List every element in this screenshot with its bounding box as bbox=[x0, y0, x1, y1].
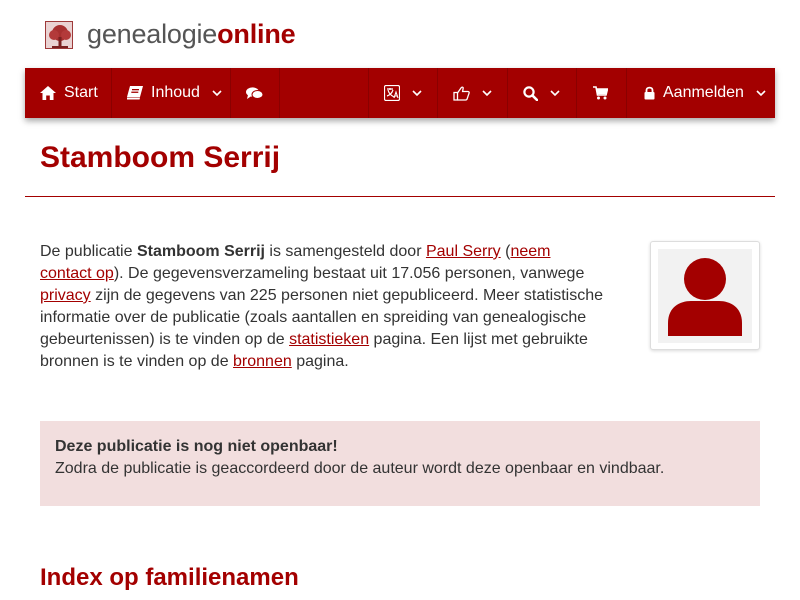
alert-title: Deze publicatie is nog niet openbaar! bbox=[55, 438, 338, 455]
not-public-alert: Deze publicatie is nog niet openbaar! Zo… bbox=[40, 421, 760, 506]
search-icon bbox=[523, 85, 538, 101]
nav-divider bbox=[111, 68, 112, 118]
lock-icon bbox=[644, 86, 655, 100]
title-divider bbox=[25, 196, 775, 197]
publication-name: Stamboom Serrij bbox=[136, 243, 265, 260]
nav-divider bbox=[576, 68, 577, 118]
nav-search[interactable] bbox=[523, 68, 560, 118]
language-icon bbox=[384, 85, 400, 101]
author-link[interactable]: Paul Serry bbox=[426, 243, 501, 260]
intro-text: ( bbox=[500, 243, 511, 260]
thumbs-up-icon bbox=[453, 85, 470, 101]
intro-text: De publicatie bbox=[40, 243, 137, 260]
privacy-link[interactable]: privacy bbox=[40, 287, 91, 304]
nav-divider bbox=[437, 68, 438, 118]
intro-text: ). De gegevensverzameling bestaat uit 17… bbox=[113, 265, 585, 282]
cart-icon bbox=[593, 86, 608, 100]
main-navbar: Start Inhoud Aanmelden bbox=[25, 68, 775, 118]
surname-index-heading: Index op familienamen bbox=[40, 564, 299, 591]
nav-language[interactable] bbox=[384, 68, 422, 118]
nav-shop[interactable] bbox=[593, 68, 608, 118]
chevron-down-icon bbox=[482, 89, 492, 97]
nav-inhoud-label: Inhoud bbox=[151, 84, 200, 101]
chevron-down-icon bbox=[412, 89, 422, 97]
logo-text-plain: genealogie bbox=[87, 19, 218, 49]
publication-intro: De publicatie Stamboom Serrij is samenge… bbox=[40, 241, 605, 373]
intro-text: is samengesteld door bbox=[264, 243, 426, 260]
home-icon bbox=[40, 86, 56, 100]
intro-text: pagina. bbox=[291, 353, 349, 370]
nav-divider bbox=[279, 68, 280, 118]
statistics-link[interactable]: statistieken bbox=[289, 331, 369, 348]
chevron-down-icon bbox=[550, 89, 560, 97]
nav-inhoud[interactable]: Inhoud bbox=[127, 68, 222, 118]
sources-link[interactable]: bronnen bbox=[233, 353, 292, 370]
alert-text: Zodra de publicatie is geaccordeerd door… bbox=[55, 460, 665, 477]
page-title: Stamboom Serrij bbox=[40, 141, 281, 174]
nav-divider bbox=[230, 68, 231, 118]
comments-icon bbox=[246, 86, 263, 100]
nav-forum[interactable] bbox=[246, 68, 263, 118]
nav-start-label: Start bbox=[64, 84, 98, 101]
nav-contribute[interactable] bbox=[453, 68, 492, 118]
tree-logo-icon[interactable] bbox=[45, 21, 73, 49]
chevron-down-icon bbox=[756, 89, 766, 97]
nav-login-label: Aanmelden bbox=[663, 84, 744, 101]
nav-divider bbox=[507, 68, 508, 118]
nav-login[interactable]: Aanmelden bbox=[644, 68, 766, 118]
nav-divider bbox=[626, 68, 627, 118]
logo-text-accent: online bbox=[217, 19, 296, 49]
nav-start[interactable]: Start bbox=[40, 68, 98, 118]
site-header: genealogieonline bbox=[0, 0, 800, 68]
nav-divider bbox=[368, 68, 369, 118]
site-logo[interactable]: genealogieonline bbox=[87, 17, 296, 51]
user-avatar-icon bbox=[658, 249, 752, 343]
author-avatar[interactable] bbox=[650, 241, 760, 350]
book-icon bbox=[127, 86, 143, 100]
chevron-down-icon bbox=[212, 89, 222, 97]
